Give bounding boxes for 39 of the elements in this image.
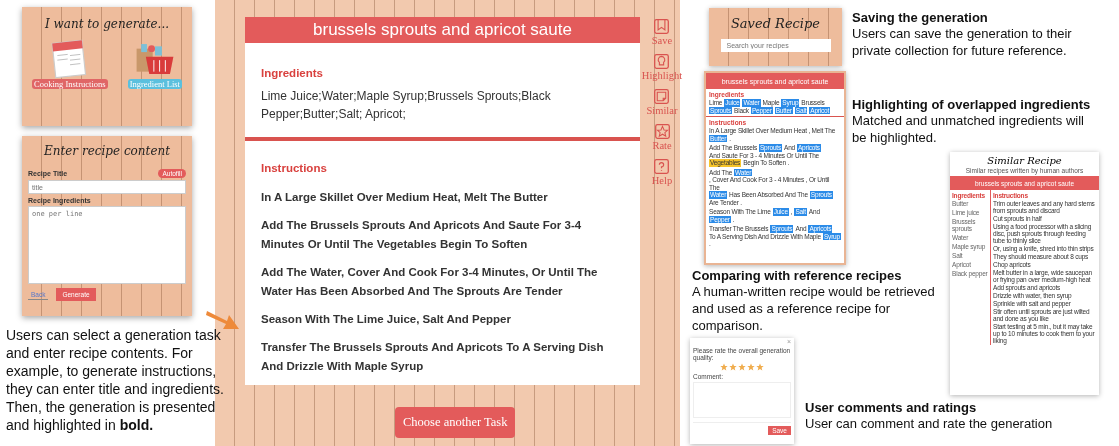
star-icon[interactable] [729, 363, 737, 371]
bookmark-icon [653, 18, 671, 35]
sidebar-button[interactable]: Save [651, 18, 673, 46]
star-icon[interactable] [756, 363, 764, 371]
instruction-step: In A Large Skillet Over Medium Heat, Melt The Butter [261, 188, 624, 207]
instruction-step: Add The Brussels Sprouts And Apricots And Saute For 3-4 Minutes Or Until The Vegetables Begin To Soften [261, 216, 624, 254]
note-text: Users can save the generation to their private collection for future reference. [852, 25, 1073, 59]
sidebar-button[interactable]: Similar [646, 88, 678, 116]
task-option-label[interactable]: Ingredient List [127, 79, 182, 89]
help-icon [653, 158, 671, 175]
description-text: Users can select a generation task and enter recipe contents. For example, to generate instructions, they can enter title and ingredients. Then, the generation is presented and highlighted in bold. [6, 326, 225, 434]
instruction-step: Season With The Lime Juice, Salt And Pepper [261, 310, 624, 329]
document-icon [653, 88, 671, 105]
panel-title: Similar Recipe [986, 155, 1063, 166]
panel-title: Enter recipe content [42, 144, 172, 158]
panel-title: I want to generate... [43, 17, 171, 31]
recipe-title: brussels sprouts and apricot saute [245, 17, 640, 43]
lightbulb-icon [653, 53, 671, 70]
star-icon[interactable] [720, 363, 728, 371]
note-heading: Comparing with reference recipes [692, 268, 903, 283]
instruction-step: Add The Water, Cover And Cook For 3-4 Minutes, Or Until The Water Has Been Absorbed And The Sprouts Are Tender [261, 263, 624, 301]
choose-task-button[interactable]: Choose another Task [395, 407, 516, 438]
note-text: Matched and unmatched ingredients will be highlighted. [852, 112, 1085, 146]
sidebar-button[interactable]: Help [651, 158, 673, 186]
ingredients-text: Lime Juice;Water;Maple Syrup;Brussels Sprouts;Black Pepper;Butter;Salt; Apricot; [261, 88, 552, 123]
instruction-step: Transfer The Brussels Sprouts And Apricots To A Serving Dish And Drizzle With Maple Syrup [261, 338, 624, 376]
note-heading: User comments and ratings [805, 400, 978, 415]
panel-title: Saved Recipe [730, 16, 821, 31]
star-icon[interactable] [738, 363, 746, 371]
note-heading: Saving the generation [852, 10, 989, 25]
star-icon [653, 123, 671, 140]
section-heading: Ingredients [261, 67, 324, 79]
task-option-label[interactable]: Cooking Instructions [32, 79, 108, 89]
section-heading: Instructions [261, 162, 328, 174]
note-text: User can comment and rate the generation [805, 415, 1054, 432]
note-text: A human-written recipe would be retrieved and used as a reference recipe for comparison. [692, 283, 936, 334]
note-heading: Highlighting of overlapped ingredients [852, 97, 1092, 112]
sidebar-button[interactable]: Rate [652, 123, 672, 151]
star-icon[interactable] [747, 363, 755, 371]
